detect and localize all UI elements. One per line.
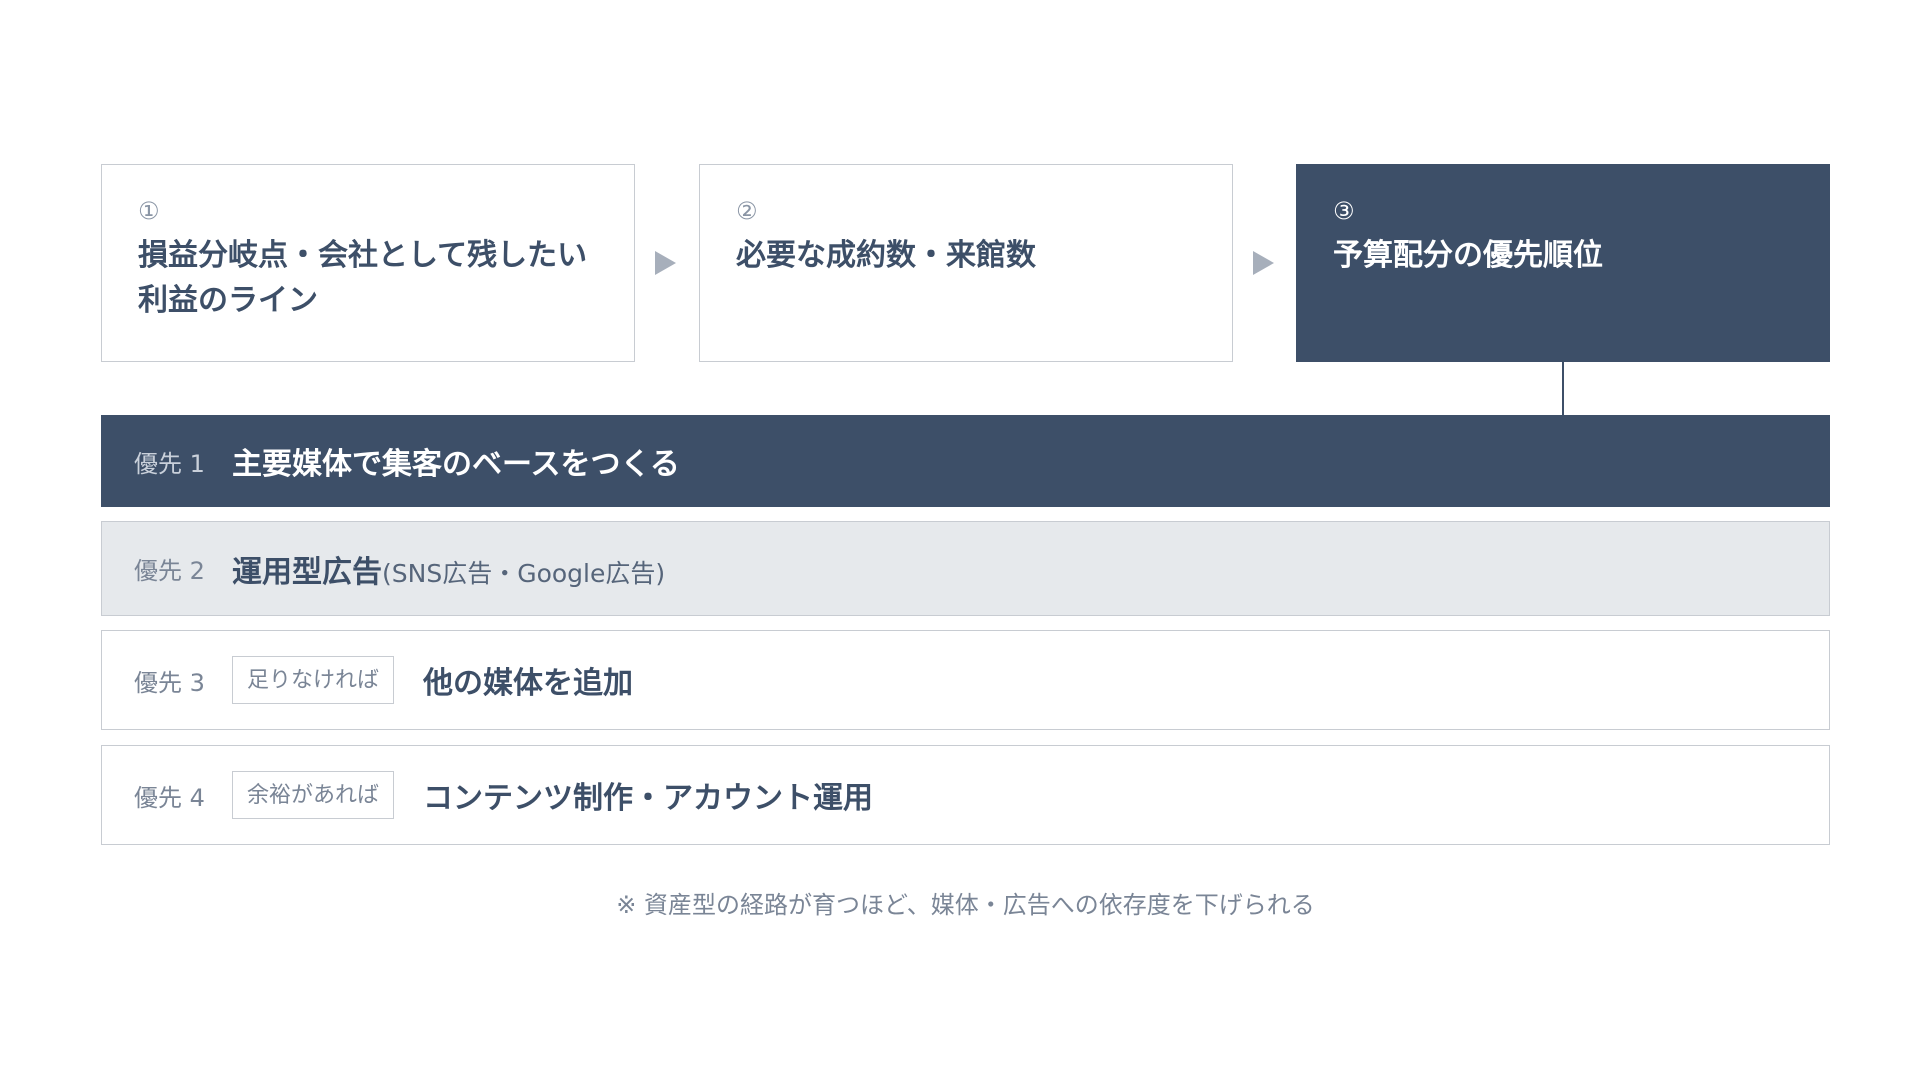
priority-subtitle-2: (SNS広告・Google広告) [382, 558, 666, 588]
priority-row-3: 優先 3 足りなければ 他の媒体を追加 [101, 630, 1830, 730]
priority-title-2-main: 運用型広告 [232, 554, 382, 590]
priority-title-1: 主要媒体で集客のベースをつくる [232, 447, 680, 482]
step-card-2: ② 必要な成約数・来館数 [699, 164, 1233, 362]
arrow-right-icon [1253, 251, 1274, 275]
priority-title-4: コンテンツ制作・アカウント運用 [423, 781, 874, 816]
arrow-right-icon [655, 251, 676, 275]
priority-row-2: 優先 2 運用型広告(SNS広告・Google広告) [101, 521, 1830, 616]
step-number-1: ① [138, 197, 160, 225]
process-steps: ① 損益分岐点・会社として残したい利益のライン ② 必要な成約数・来館数 ③ 予… [101, 164, 1830, 362]
step-title-2: 必要な成約数・来館数 [736, 238, 1036, 273]
priority-label-4: 優先 4 [134, 783, 205, 812]
step-card-1: ① 損益分岐点・会社として残したい利益のライン [101, 164, 635, 362]
condition-tag-3: 足りなければ [232, 656, 395, 704]
priority-label-1: 優先 1 [134, 449, 205, 478]
condition-tag-4: 余裕があれば [232, 771, 395, 819]
step-number-2: ② [736, 197, 758, 225]
priority-row-4: 優先 4 余裕があれば コンテンツ制作・アカウント運用 [101, 745, 1830, 845]
priority-label-3: 優先 3 [134, 668, 205, 697]
priority-title-3: 他の媒体を追加 [423, 666, 634, 701]
step-title-1: 損益分岐点・会社として残したい利益のライン [138, 238, 588, 318]
priority-title-2: 運用型広告(SNS広告・Google広告) [232, 547, 665, 591]
priority-row-1: 優先 1 主要媒体で集客のベースをつくる [101, 415, 1830, 507]
footnote: ※ 資産型の経路が育つほど、媒体・広告への依存度を下げられる [616, 891, 1315, 919]
step-title-3: 予算配分の優先順位 [1333, 238, 1603, 273]
connector-line [1562, 362, 1564, 415]
step-card-3: ③ 予算配分の優先順位 [1296, 164, 1830, 362]
step-number-3: ③ [1333, 197, 1355, 225]
priority-label-2: 優先 2 [134, 557, 205, 585]
